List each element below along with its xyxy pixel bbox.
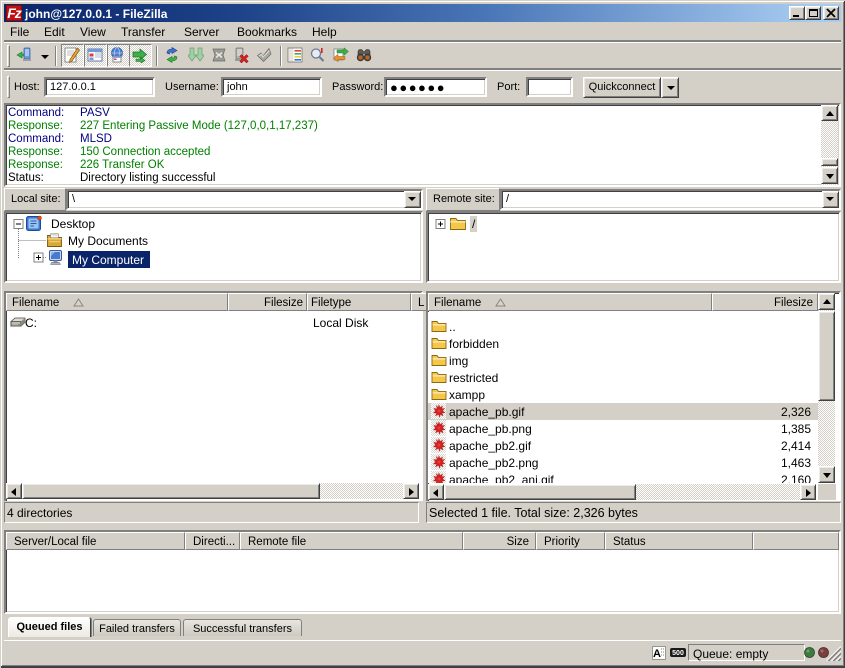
svg-text:A: A: [653, 648, 661, 660]
svg-text:500: 500: [672, 650, 684, 657]
